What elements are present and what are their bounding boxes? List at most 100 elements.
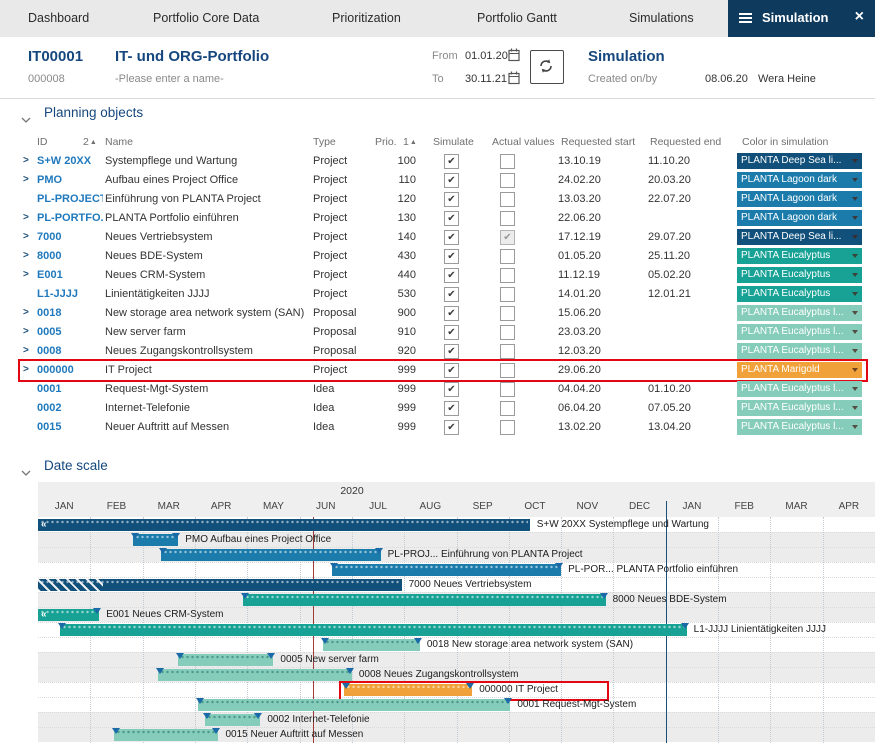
simulate-checkbox[interactable]: ✔ — [444, 192, 459, 207]
col-color-in-simulation[interactable]: Color in simulation — [742, 136, 828, 148]
color-in-simulation-dropdown[interactable]: PLANTA Eucalyptus l... — [737, 343, 862, 359]
row-id-link[interactable]: L1-JJJJ — [37, 288, 103, 300]
gantt-bar[interactable] — [178, 654, 273, 666]
col-prio-sort[interactable]: 1▲ — [403, 136, 417, 148]
row-expander-icon[interactable]: > — [23, 326, 29, 337]
row-expander-icon[interactable]: > — [23, 212, 29, 223]
row-id-link[interactable]: S+W 20XX — [37, 155, 103, 167]
from-date-field[interactable]: 01.01.20 — [465, 50, 508, 62]
col-id-sort[interactable]: 2▲ — [83, 136, 97, 148]
gantt-bar[interactable] — [158, 669, 352, 681]
tab-simulation-active[interactable]: Simulation × — [728, 0, 875, 37]
row-expander-icon[interactable]: > — [23, 269, 29, 280]
table-row[interactable]: L1-JJJJLinientätigkeiten JJJJProject530✔… — [0, 285, 875, 304]
refresh-button[interactable] — [530, 50, 564, 84]
table-row[interactable]: >000000IT ProjectProject999✔29.06.20PLAN… — [0, 361, 875, 380]
row-expander-icon[interactable]: > — [23, 231, 29, 242]
row-expander-icon[interactable]: > — [23, 307, 29, 318]
gantt-bar[interactable]: « — [38, 519, 530, 531]
color-in-simulation-dropdown[interactable]: PLANTA Lagoon dark — [737, 210, 862, 226]
nav-item-dashboard[interactable]: Dashboard — [28, 11, 89, 25]
actual-values-checkbox[interactable] — [500, 268, 515, 283]
table-row[interactable]: >E001Neues CRM-SystemProject440✔11.12.19… — [0, 266, 875, 285]
gantt-bar[interactable] — [332, 564, 561, 576]
table-row[interactable]: >0005New server farmProposal910✔23.03.20… — [0, 323, 875, 342]
actual-values-checkbox[interactable] — [500, 192, 515, 207]
gantt-bar[interactable] — [243, 594, 606, 606]
to-date-field[interactable]: 30.11.21 — [465, 73, 507, 85]
color-in-simulation-dropdown[interactable]: PLANTA Eucalyptus — [737, 267, 862, 283]
actual-values-checkbox[interactable] — [500, 420, 515, 435]
col-type[interactable]: Type — [313, 136, 336, 148]
row-expander-icon[interactable]: > — [23, 250, 29, 261]
color-in-simulation-dropdown[interactable]: PLANTA Eucalyptus — [737, 286, 862, 302]
gantt-bar[interactable]: « — [38, 609, 99, 621]
calendar-icon[interactable] — [508, 48, 520, 67]
calendar-icon[interactable] — [508, 71, 520, 90]
simulate-checkbox[interactable]: ✔ — [444, 420, 459, 435]
color-in-simulation-dropdown[interactable]: PLANTA Eucalyptus l... — [737, 419, 862, 435]
gantt-bar[interactable] — [38, 579, 402, 591]
actual-values-checkbox[interactable] — [500, 306, 515, 321]
simulate-checkbox[interactable]: ✔ — [444, 363, 459, 378]
row-id-link[interactable]: 0008 — [37, 345, 103, 357]
simulate-checkbox[interactable]: ✔ — [444, 230, 459, 245]
col-name[interactable]: Name — [105, 136, 133, 148]
table-row[interactable]: >7000Neues VertriebsystemProject140✔✔17.… — [0, 228, 875, 247]
row-id-link[interactable]: 0001 — [37, 383, 103, 395]
gantt-bar[interactable] — [114, 729, 219, 741]
gantt-bar[interactable] — [323, 639, 420, 651]
col-prio[interactable]: Prio. — [375, 136, 397, 148]
gantt-bar[interactable] — [344, 684, 472, 696]
table-row[interactable]: 0001Request-Mgt-SystemIdea999✔04.04.2001… — [0, 380, 875, 399]
gantt-bar[interactable] — [161, 549, 381, 561]
actual-values-checkbox[interactable] — [500, 287, 515, 302]
portfolio-name-placeholder[interactable]: -Please enter a name- — [115, 73, 224, 85]
gantt-bar[interactable] — [205, 714, 260, 726]
row-expander-icon[interactable]: > — [23, 174, 29, 185]
actual-values-checkbox[interactable]: ✔ — [500, 230, 515, 245]
color-in-simulation-dropdown[interactable]: PLANTA Lagoon dark — [737, 172, 862, 188]
table-row[interactable]: 0002Internet-TelefonieIdea999✔06.04.2007… — [0, 399, 875, 418]
table-row[interactable]: PL-PROJECTEinführung von PLANTA ProjectP… — [0, 190, 875, 209]
col-simulate[interactable]: Simulate — [433, 136, 474, 148]
color-in-simulation-dropdown[interactable]: PLANTA Eucalyptus l... — [737, 305, 862, 321]
color-in-simulation-dropdown[interactable]: PLANTA Eucalyptus l... — [737, 324, 862, 340]
gantt-bar[interactable] — [60, 624, 687, 636]
collapse-chevron-icon[interactable] — [21, 111, 31, 129]
color-in-simulation-dropdown[interactable]: PLANTA Eucalyptus l... — [737, 400, 862, 416]
row-id-link[interactable]: 0005 — [37, 326, 103, 338]
simulate-checkbox[interactable]: ✔ — [444, 325, 459, 340]
simulate-checkbox[interactable]: ✔ — [444, 401, 459, 416]
col-actual-values[interactable]: Actual values — [492, 136, 554, 148]
table-row[interactable]: >8000Neues BDE-SystemProject430✔01.05.20… — [0, 247, 875, 266]
row-id-link[interactable]: 0018 — [37, 307, 103, 319]
table-row[interactable]: >0008Neues ZugangskontrollsystemProposal… — [0, 342, 875, 361]
nav-item-prioritization[interactable]: Prioritization — [332, 11, 401, 25]
color-in-simulation-dropdown[interactable]: PLANTA Eucalyptus l... — [737, 381, 862, 397]
gantt-bar[interactable] — [133, 534, 178, 546]
row-expander-icon[interactable]: > — [23, 345, 29, 356]
col-id[interactable]: ID — [37, 136, 48, 148]
row-id-link[interactable]: 0002 — [37, 402, 103, 414]
actual-values-checkbox[interactable] — [500, 401, 515, 416]
actual-values-checkbox[interactable] — [500, 249, 515, 264]
actual-values-checkbox[interactable] — [500, 344, 515, 359]
collapse-chevron-icon[interactable] — [21, 464, 31, 482]
row-id-link[interactable]: 8000 — [37, 250, 103, 262]
row-expander-icon[interactable]: > — [23, 155, 29, 166]
simulate-checkbox[interactable]: ✔ — [444, 249, 459, 264]
row-id-link[interactable]: E001 — [37, 269, 103, 281]
color-in-simulation-dropdown[interactable]: PLANTA Lagoon dark — [737, 191, 862, 207]
table-row[interactable]: 0015Neuer Auftritt auf MessenIdea999✔13.… — [0, 418, 875, 437]
row-id-link[interactable]: PMO — [37, 174, 103, 186]
simulate-checkbox[interactable]: ✔ — [444, 173, 459, 188]
simulate-checkbox[interactable]: ✔ — [444, 382, 459, 397]
table-row[interactable]: >PMOAufbau eines Project OfficeProject11… — [0, 171, 875, 190]
actual-values-checkbox[interactable] — [500, 325, 515, 340]
actual-values-checkbox[interactable] — [500, 382, 515, 397]
simulate-checkbox[interactable]: ✔ — [444, 306, 459, 321]
row-id-link[interactable]: PL-PROJECT — [37, 193, 103, 205]
table-row[interactable]: >PL-PORTFO...PLANTA Portfolio einführenP… — [0, 209, 875, 228]
row-id-link[interactable]: 7000 — [37, 231, 103, 243]
